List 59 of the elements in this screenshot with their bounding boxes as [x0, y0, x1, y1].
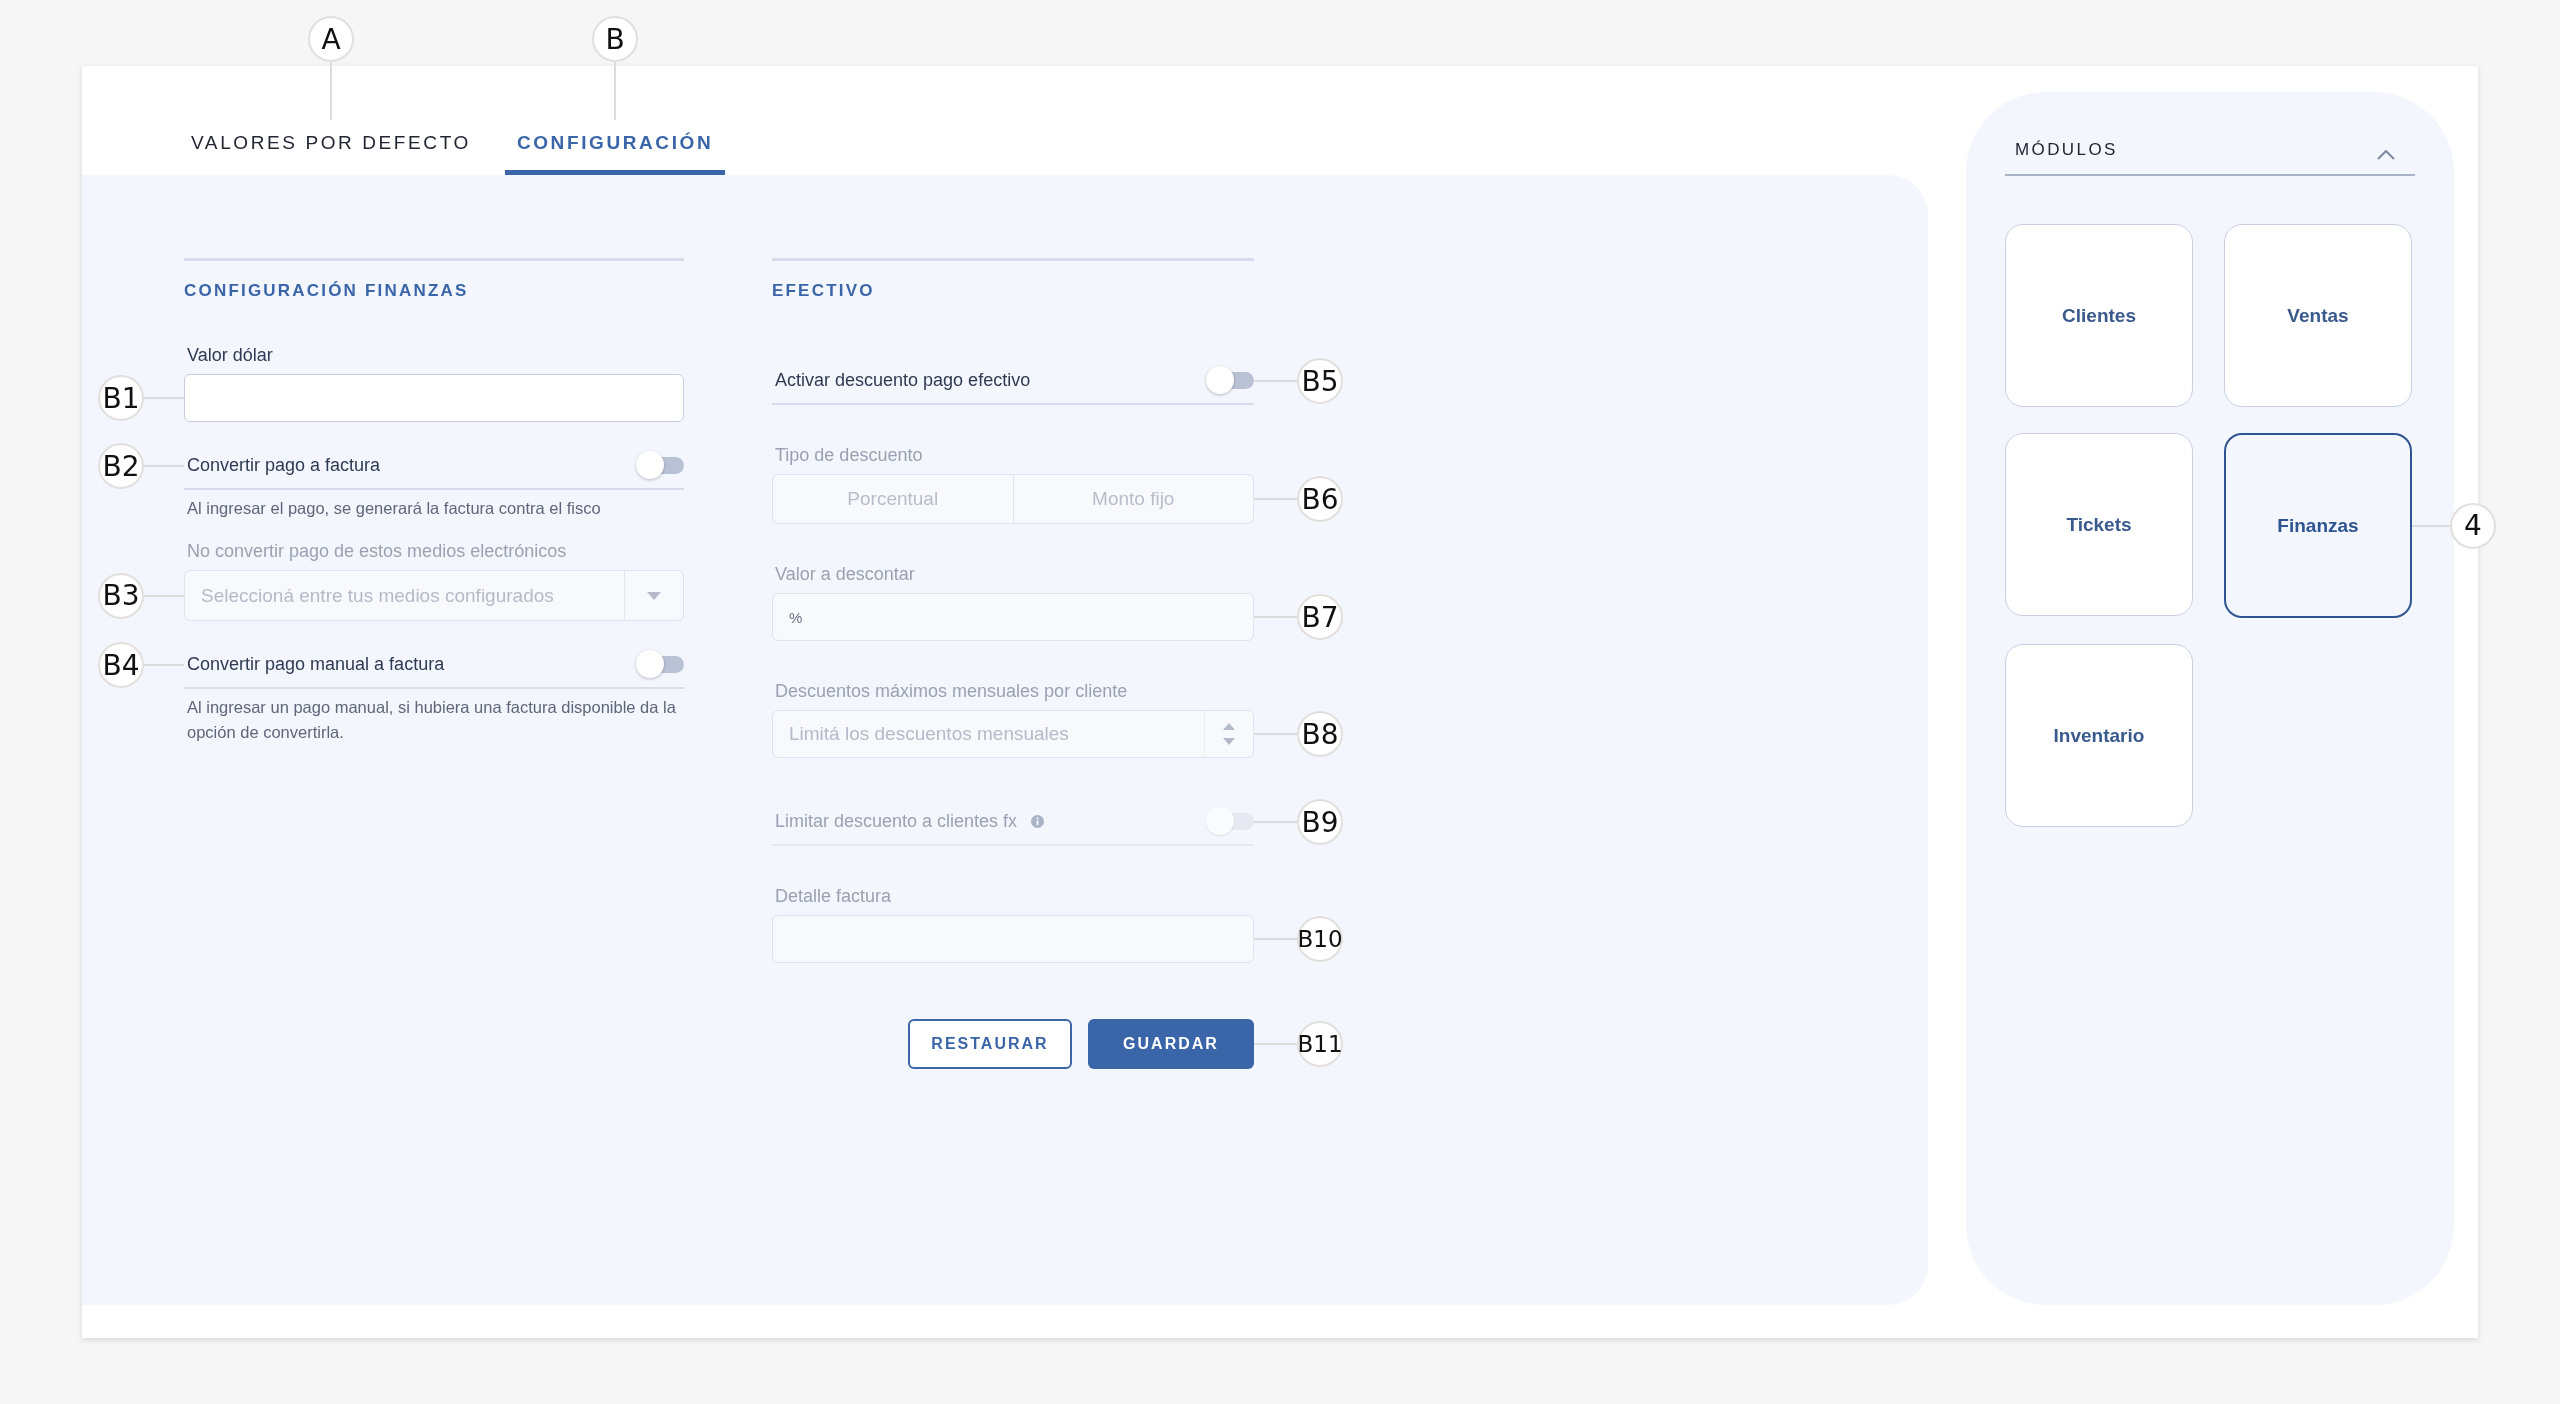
callout-marker: B3 — [98, 572, 144, 619]
callout-marker: B8 — [1297, 711, 1343, 757]
module-tile[interactable]: Inventario — [2005, 644, 2193, 827]
chevron-icon[interactable] — [2377, 150, 2395, 160]
callout-marker: B9 — [1297, 799, 1343, 845]
toggle-label: Convertir pago manual a factura — [187, 653, 445, 675]
callout-marker: 4 — [2450, 502, 2496, 549]
callout-marker: A — [307, 16, 354, 62]
field-label: No convertir pago de estos medios electrónicos — [186, 541, 568, 562]
leader-line — [329, 62, 332, 120]
caret-icon — [647, 591, 661, 600]
help-text: Al ingresar un pago manual, si hubiera una factura disponible da la opción de convertirla. — [186, 697, 677, 743]
leader-line — [1254, 616, 1297, 618]
leader-line — [1254, 1043, 1297, 1045]
toggle-switch[interactable] — [1206, 365, 1254, 395]
leader-line — [1254, 821, 1297, 823]
module-tile[interactable]: Clientes — [2005, 224, 2193, 407]
leader-line — [1254, 938, 1297, 940]
field-label: Valor a descontar — [774, 564, 916, 585]
down-arrow-icon — [1223, 738, 1235, 745]
leader-line — [614, 62, 617, 120]
field-label: Detalle factura — [774, 886, 893, 907]
field-label: Tipo de descuento — [774, 445, 924, 466]
leader-line — [2412, 524, 2450, 527]
panel-title: MÓDULOS — [2015, 140, 2118, 160]
leader-line — [1254, 498, 1297, 500]
toggle-label: Convertir pago a factura — [187, 454, 381, 476]
leader-line — [144, 664, 184, 666]
up-arrow-icon — [1223, 723, 1235, 730]
toggle-label: Limitar descuento a clientes fx — [775, 810, 1018, 832]
field-label: Valor dólar — [186, 345, 274, 366]
leader-line — [144, 465, 184, 467]
tab[interactable]: VALORES POR DEFECTO — [179, 120, 483, 175]
section-title: CONFIGURACIÓN FINANZAS — [184, 280, 470, 301]
text-field[interactable] — [184, 374, 684, 422]
reset-button[interactable]: RESTAURAR — [908, 1019, 1072, 1069]
section-title: EFECTIVO — [772, 280, 876, 301]
module-tile[interactable]: Finanzas — [2224, 433, 2412, 618]
leader-line — [1254, 733, 1297, 735]
field-label: Descuentos máximos mensuales por cliente — [774, 681, 1129, 702]
leader-line — [144, 594, 184, 597]
callout-marker: B7 — [1297, 594, 1343, 640]
toggle-label: Activar descuento pago efectivo — [775, 369, 1031, 391]
callout-marker: B2 — [98, 443, 144, 489]
callout-marker: B4 — [98, 642, 144, 688]
module-tile[interactable]: Ventas — [2224, 224, 2412, 407]
callout-marker: B5 — [1297, 358, 1343, 404]
callout-marker: B1 — [98, 375, 144, 421]
leader-line — [144, 397, 184, 399]
callout-marker: B — [592, 16, 639, 62]
module-tile[interactable]: Tickets — [2005, 433, 2193, 616]
leader-line — [1254, 380, 1297, 382]
callout-marker: B6 — [1297, 476, 1343, 522]
help-text: Al ingresar el pago, se generará la factura contra el fisco — [186, 498, 602, 519]
toggle-switch[interactable] — [636, 450, 684, 480]
save-button[interactable]: GUARDAR — [1088, 1019, 1254, 1069]
callout-marker: B11 — [1297, 1021, 1343, 1067]
callout-marker: B10 — [1297, 916, 1343, 962]
toggle-switch[interactable] — [636, 649, 684, 679]
